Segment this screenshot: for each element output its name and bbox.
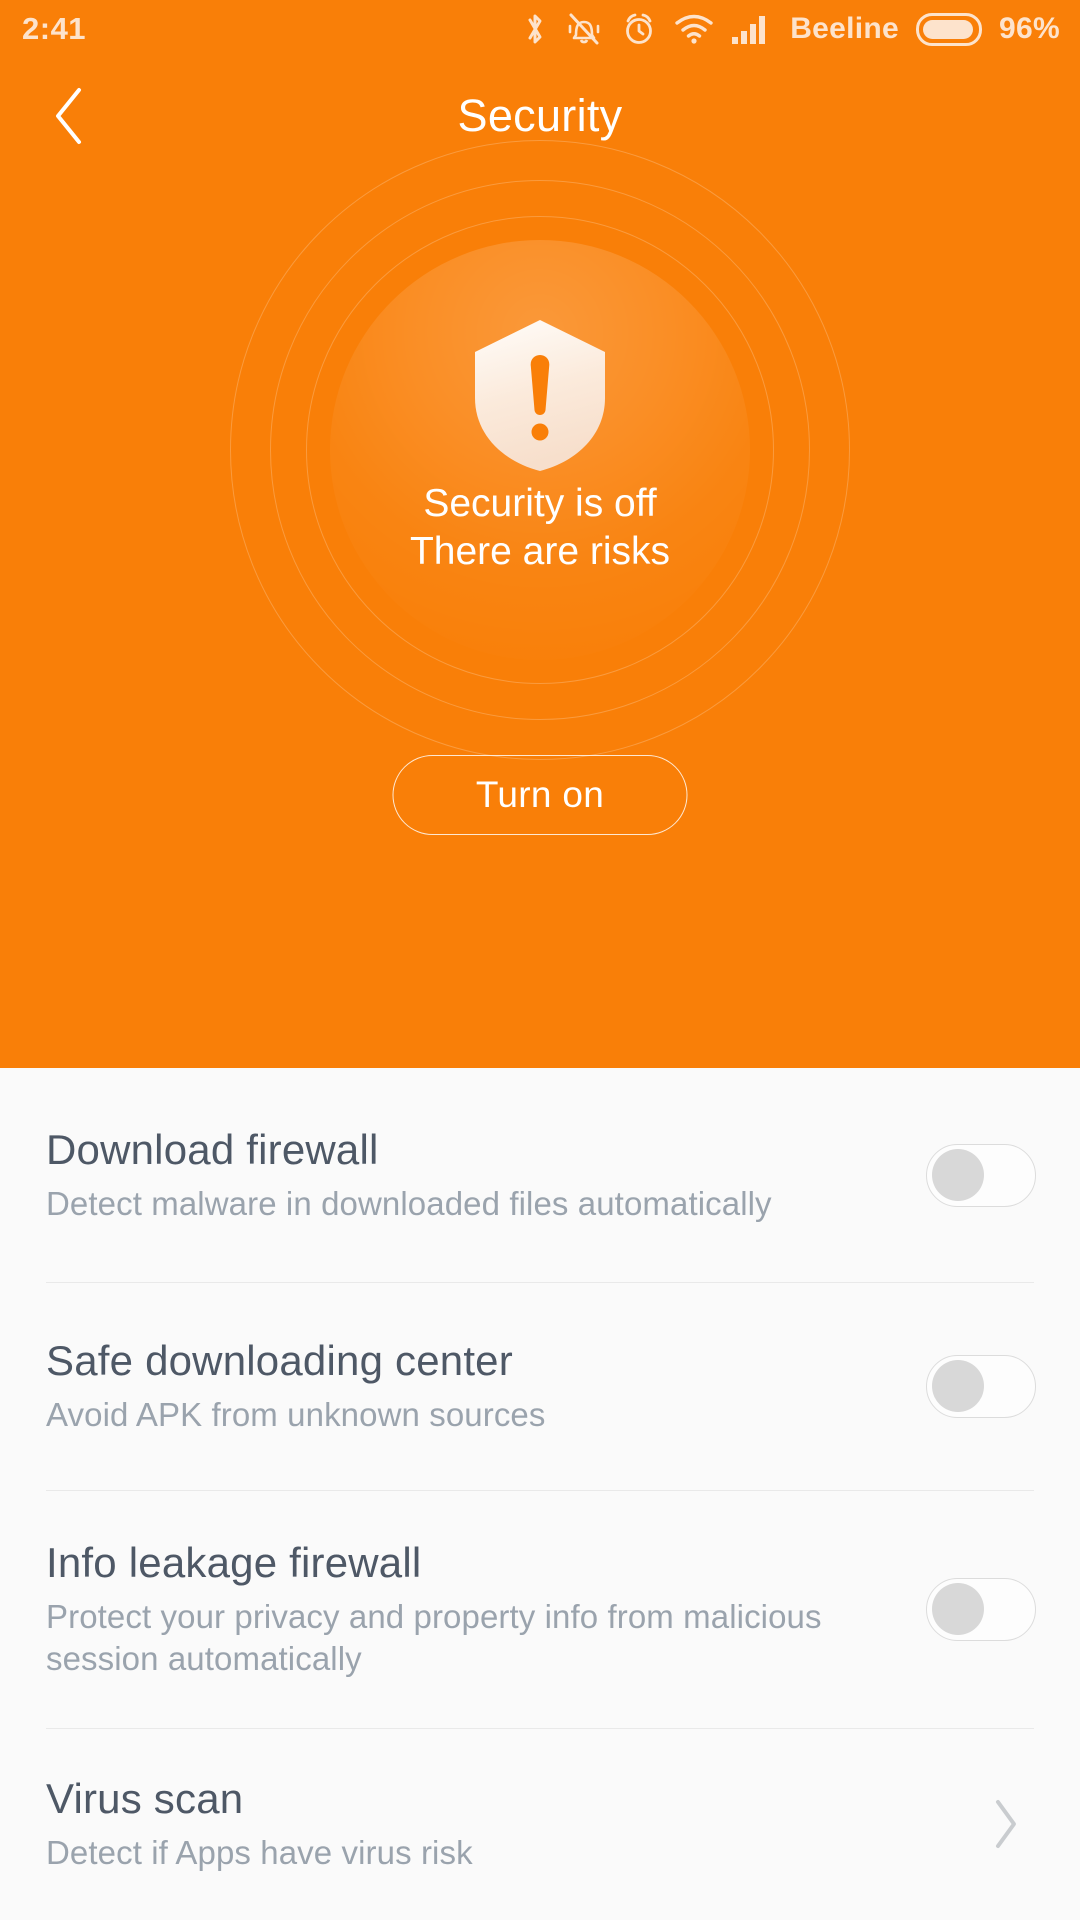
shield-exclamation-icon	[470, 318, 610, 473]
security-status-line-2: There are risks	[409, 529, 671, 573]
row-text-group: Info leakage firewall Protect your priva…	[46, 1538, 926, 1680]
turn-on-button[interactable]: Turn on	[392, 755, 688, 835]
status-bar: 2:41 Beeline 96%	[0, 0, 1080, 58]
row-title: Download firewall	[46, 1125, 379, 1173]
row-text-group: Download firewall Detect malware in down…	[46, 1125, 926, 1225]
vibrate-mute-icon	[568, 13, 600, 45]
settings-row-download-firewall[interactable]: Download firewall Detect malware in down…	[0, 1068, 1080, 1282]
row-text-group: Safe downloading center Avoid APK from u…	[46, 1336, 926, 1436]
app-header: Security	[0, 58, 1080, 173]
row-subtitle: Detect malware in downloaded files autom…	[46, 1185, 772, 1223]
cellular-signal-icon	[732, 16, 766, 44]
carrier-label: Beeline	[790, 12, 900, 45]
row-subtitle: Detect if Apps have virus risk	[46, 1834, 473, 1872]
status-bar-icons: Beeline 96%	[523, 11, 1060, 47]
settings-row-info-leakage-firewall[interactable]: Info leakage firewall Protect your priva…	[0, 1490, 1080, 1728]
page-title: Security	[457, 89, 623, 141]
settings-row-virus-scan[interactable]: Virus scan Detect if Apps have virus ris…	[0, 1728, 1080, 1920]
settings-list: Download firewall Detect malware in down…	[0, 1068, 1080, 1920]
row-text-group: Virus scan Detect if Apps have virus ris…	[46, 1774, 976, 1874]
row-title: Info leakage firewall	[46, 1538, 422, 1586]
security-status-line-1: Security is off	[423, 482, 657, 525]
toggle-safe-downloading-center[interactable]	[926, 1354, 1036, 1418]
toggle-knob	[932, 1149, 984, 1201]
status-bar-time: 2:41	[22, 11, 87, 46]
battery-percent-label: 96%	[999, 12, 1060, 45]
row-title: Virus scan	[46, 1774, 244, 1822]
toggle-knob	[932, 1583, 984, 1635]
row-subtitle: Avoid APK from unknown sources	[46, 1396, 546, 1434]
hero-section: 2:41 Beeline 96% Security Security is of…	[0, 0, 1080, 1068]
row-subtitle: Protect your privacy and property info f…	[46, 1598, 822, 1678]
security-screen: 2:41 Beeline 96% Security Security is of…	[0, 0, 1080, 1920]
settings-row-safe-downloading-center[interactable]: Safe downloading center Avoid APK from u…	[0, 1282, 1080, 1490]
toggle-info-leakage-firewall[interactable]	[926, 1577, 1036, 1641]
alarm-clock-icon	[626, 13, 653, 44]
row-title: Safe downloading center	[46, 1336, 513, 1384]
security-status-text: Security is off There are risks	[0, 480, 1080, 575]
battery-icon	[916, 12, 983, 46]
bluetooth-icon	[528, 14, 542, 44]
toggle-download-firewall[interactable]	[926, 1143, 1036, 1207]
chevron-right-icon[interactable]	[976, 1794, 1036, 1854]
wifi-icon	[675, 14, 713, 44]
toggle-knob	[932, 1360, 984, 1412]
